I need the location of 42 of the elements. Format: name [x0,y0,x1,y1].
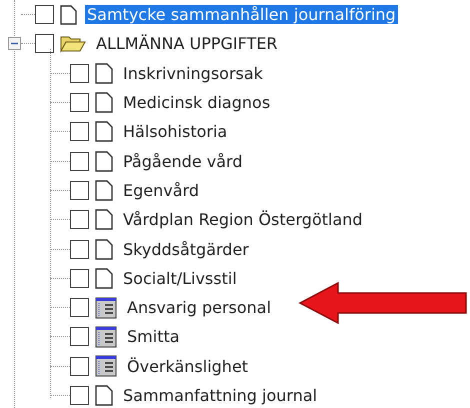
tree-item[interactable]: Inskrivningsorsak [121,64,265,83]
checkbox[interactable] [70,240,89,259]
tree-item[interactable]: Medicinsk diagnos [121,93,272,112]
tree-item[interactable]: Socialt/Livsstil [121,268,239,288]
checkbox[interactable] [70,268,89,288]
checkbox[interactable] [70,93,89,112]
checkbox[interactable] [70,210,89,230]
tree-item[interactable]: Pågående vård [121,152,244,171]
checkbox[interactable] [70,386,89,405]
tree-item[interactable]: Ansvarig personal [125,298,274,318]
tree-item[interactable]: ALLMÄNNA UPPGIFTER [94,34,280,54]
collapse-toggle[interactable] [8,37,21,50]
form-icon [95,296,117,319]
checkbox[interactable] [70,327,89,346]
document-icon [95,121,113,142]
checkbox[interactable] [70,180,89,200]
document-icon [95,238,113,260]
form-icon [95,355,117,378]
checkbox[interactable] [70,356,89,376]
tree-item[interactable]: Skyddsåtgärder [121,240,251,259]
document-icon [95,150,113,172]
folder-icon [60,34,86,53]
form-icon [95,326,117,348]
checkbox[interactable] [70,64,89,83]
document-icon [95,62,113,84]
tree-item[interactable]: Smitta [125,327,182,346]
tree-item[interactable]: Egenvård [121,180,201,200]
tree-item[interactable]: Hälsohistoria [121,122,230,142]
checkbox[interactable] [70,122,89,142]
tree-item[interactable]: Överkänslighet [125,356,250,376]
document-icon [95,268,113,289]
document-icon [95,180,113,201]
document-icon [60,4,77,25]
document-icon [95,92,113,114]
tree-item[interactable]: Vårdplan Region Östergötland [121,210,365,230]
checkbox[interactable] [70,298,89,318]
checkbox[interactable] [70,152,89,171]
checkbox[interactable] [35,5,54,24]
tree-item[interactable]: Samtycke sammanhållen journalföring [85,5,398,24]
tree-item[interactable]: Sammanfattning journal [121,386,320,405]
checkbox[interactable] [35,34,54,54]
document-icon [95,209,113,230]
